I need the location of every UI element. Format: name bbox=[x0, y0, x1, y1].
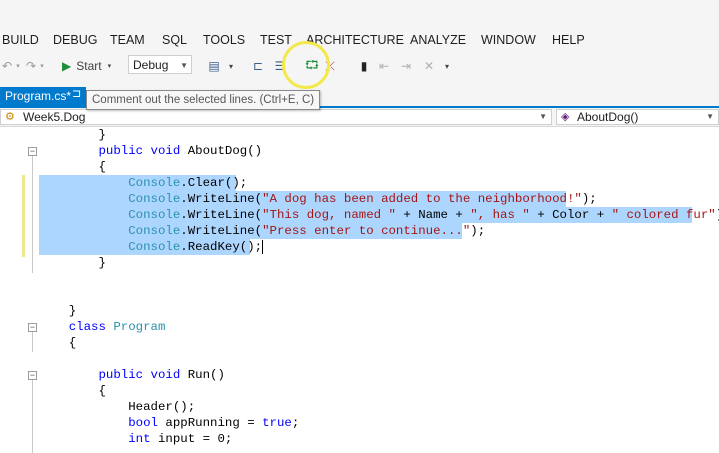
previous-bookmark-icon[interactable]: ⇤ bbox=[377, 57, 391, 75]
highlight-circle bbox=[282, 41, 330, 89]
undo-dropdown-icon[interactable]: ▾ bbox=[14, 57, 22, 75]
chevron-down-icon: ▼ bbox=[539, 112, 547, 121]
code-line: Header(); bbox=[39, 400, 196, 414]
menu-window[interactable]: WINDOW bbox=[481, 33, 536, 47]
code-line: int input = 0; bbox=[39, 432, 233, 446]
code-line: } bbox=[39, 304, 77, 318]
menu-architecture[interactable]: ARCHITECTURE bbox=[306, 33, 404, 47]
collapse-icon[interactable]: − bbox=[28, 371, 37, 380]
code-line: } bbox=[39, 256, 106, 270]
code-line: { bbox=[39, 160, 106, 174]
code-line: } bbox=[39, 128, 106, 142]
navigate-icon[interactable]: ⊏ bbox=[250, 57, 266, 75]
code-line: { bbox=[39, 384, 106, 398]
pin-icon[interactable]: ⊐ bbox=[72, 87, 81, 100]
start-label: Start bbox=[76, 59, 102, 73]
navigation-bar: ⚙ Week5.Dog ▼ ◈ AboutDog() ▼ bbox=[0, 108, 719, 127]
collapse-icon[interactable]: − bbox=[28, 147, 37, 156]
menu-build[interactable]: BUILD bbox=[2, 33, 39, 47]
outline-line bbox=[32, 332, 33, 352]
configuration-value: Debug bbox=[133, 58, 169, 72]
redo-dropdown-icon[interactable]: ▾ bbox=[38, 57, 46, 75]
code-line: Console.WriteLine("This dog, named " + N… bbox=[128, 208, 719, 222]
method-icon: ◈ bbox=[561, 111, 570, 123]
toolbar: ↶ ▾ ↷ ▾ ▶ Start ▾ Debug ▼ ▤ ▾ ⊏ ☰ ⮔ ⤫ ▮ … bbox=[0, 53, 719, 79]
menu-sql[interactable]: SQL bbox=[162, 33, 187, 47]
member-dropdown[interactable]: ◈ AboutDog() ▼ bbox=[556, 109, 719, 125]
tab-label: Program.cs* bbox=[5, 89, 72, 103]
code-line: public void Run() bbox=[39, 368, 225, 382]
type-value: Week5.Dog bbox=[23, 110, 86, 124]
type-dropdown[interactable]: ⚙ Week5.Dog ▼ bbox=[0, 109, 552, 125]
next-bookmark-icon[interactable]: ⇥ bbox=[399, 57, 413, 75]
toolbar-overflow-icon[interactable]: ▾ bbox=[226, 57, 236, 75]
bookmark-icon[interactable]: ▮ bbox=[357, 57, 371, 75]
tooltip: Comment out the selected lines. (Ctrl+E,… bbox=[86, 90, 321, 110]
menu-bar: BUILD DEBUG TEAM SQL TOOLS TEST ARCHITEC… bbox=[0, 30, 719, 52]
code-line: Console.WriteLine("Press enter to contin… bbox=[128, 224, 486, 238]
menu-help[interactable]: HELP bbox=[552, 33, 585, 47]
clear-bookmarks-icon[interactable]: ✕ bbox=[422, 57, 436, 75]
undo-icon[interactable]: ↶ bbox=[0, 57, 14, 75]
redo-icon[interactable]: ↷ bbox=[24, 57, 38, 75]
toolbar-overflow-icon-2[interactable]: ▾ bbox=[442, 57, 452, 75]
code-line: bool appRunning = true; bbox=[39, 416, 300, 430]
menu-analyze[interactable]: ANALYZE bbox=[410, 33, 466, 47]
menu-test[interactable]: TEST bbox=[260, 33, 292, 47]
code-line: Console.WriteLine("A dog has been added … bbox=[128, 192, 597, 206]
menu-team[interactable]: TEAM bbox=[110, 33, 145, 47]
code-line: { bbox=[39, 336, 77, 350]
menu-tools[interactable]: TOOLS bbox=[203, 33, 245, 47]
text-caret bbox=[262, 239, 264, 254]
code-line: class Program bbox=[39, 320, 166, 334]
outline-line bbox=[32, 380, 33, 453]
configuration-select[interactable]: Debug ▼ bbox=[128, 55, 192, 74]
start-button[interactable]: ▶ Start ▾ bbox=[62, 57, 124, 75]
class-icon: ⚙ bbox=[5, 111, 15, 123]
code-editor[interactable]: − − − } public void AboutDog() { Console… bbox=[0, 127, 719, 453]
start-dropdown-icon: ▾ bbox=[107, 63, 112, 70]
menu-debug[interactable]: DEBUG bbox=[53, 33, 97, 47]
member-value: AboutDog() bbox=[577, 110, 639, 124]
chevron-down-icon: ▼ bbox=[706, 112, 714, 121]
code-line: public void AboutDog() bbox=[39, 144, 263, 158]
chevron-down-icon: ▼ bbox=[180, 61, 188, 70]
code-line: Console.Clear(); bbox=[128, 176, 248, 190]
play-icon: ▶ bbox=[62, 59, 72, 73]
outline-line bbox=[32, 156, 33, 273]
change-indicator bbox=[22, 175, 25, 257]
find-in-files-icon[interactable]: ▤ bbox=[206, 57, 222, 75]
collapse-icon[interactable]: − bbox=[28, 323, 37, 332]
code-line: Console.ReadKey(); bbox=[128, 239, 264, 254]
